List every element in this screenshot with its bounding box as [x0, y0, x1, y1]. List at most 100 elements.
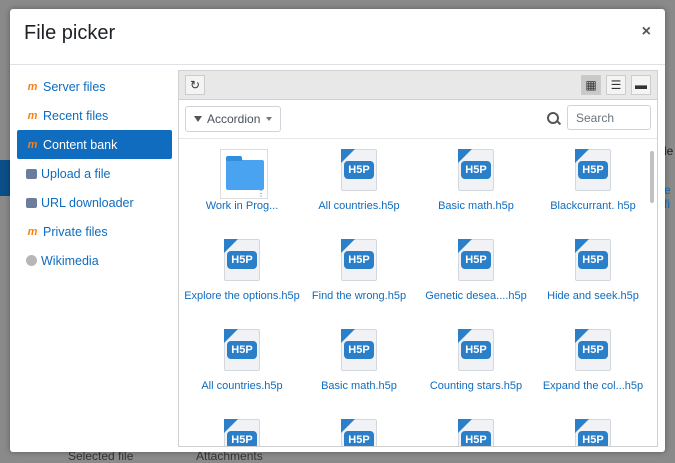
h5p-badge: H5P: [578, 341, 608, 359]
h5p-badge: H5P: [344, 341, 374, 359]
repository-item[interactable]: URL downloader: [17, 188, 172, 217]
file-tile[interactable]: H5P Blackcurrant. h5p: [534, 149, 647, 213]
h5p-file-icon: H5P: [458, 149, 494, 191]
content-type-filter[interactable]: Accordion: [185, 106, 282, 132]
repository-item-label: Recent files: [43, 108, 109, 123]
h5p-file-icon: H5P: [341, 239, 377, 281]
file-name: All countries.h5p: [318, 200, 400, 212]
file-tile[interactable]: H5P: [417, 419, 535, 446]
folder-tile[interactable]: ⋮ Work in Prog...: [183, 149, 301, 213]
file-thumbnail: H5P: [220, 419, 264, 446]
file-thumbnail: H5P: [454, 149, 498, 195]
file-tile[interactable]: H5P Basic math.h5p: [300, 329, 418, 393]
repository-item-label: Upload a file: [41, 166, 111, 181]
moodle-icon: m: [27, 80, 38, 93]
file-name: Hide and seek.h5p: [547, 290, 639, 302]
h5p-file-icon: H5P: [575, 419, 611, 446]
file-thumbnail: H5P: [337, 419, 381, 446]
file-name: Basic math.h5p: [438, 200, 514, 212]
h5p-badge: H5P: [578, 431, 608, 446]
file-tile[interactable]: H5P Genetic desea....h5p: [417, 239, 535, 303]
repository-item-label: Wikimedia: [41, 253, 99, 268]
h5p-badge: H5P: [461, 341, 491, 359]
file-name: Work in Prog...: [205, 200, 279, 212]
h5p-badge: H5P: [461, 161, 491, 179]
file-thumbnail: H5P: [454, 419, 498, 446]
file-tile[interactable]: H5P: [300, 419, 418, 446]
backdrop-link: e fi: [664, 183, 671, 211]
h5p-file-icon: H5P: [458, 419, 494, 446]
repository-item-label: Server files: [43, 79, 106, 94]
h5p-file-icon: H5P: [341, 329, 377, 371]
file-tile[interactable]: H5P Explore the options.h5p: [183, 239, 301, 303]
folder-icon: ▬: [635, 78, 647, 92]
h5p-badge: H5P: [227, 341, 257, 359]
h5p-badge: H5P: [461, 251, 491, 269]
close-button[interactable]: ×: [642, 23, 651, 41]
file-tile[interactable]: H5P Basic math.h5p: [417, 149, 535, 213]
file-browser: ↻ ▦ ☰ ▬ Accordion ⋮Work in Prog... H5P All…: [178, 70, 658, 447]
file-name: Counting stars.h5p: [429, 380, 523, 392]
file-name: All countries.h5p: [201, 380, 283, 392]
file-tile[interactable]: H5P All countries.h5p: [183, 329, 301, 393]
file-thumbnail: H5P: [571, 239, 615, 285]
dialog-header: File picker ×: [10, 9, 665, 65]
refresh-button[interactable]: ↻: [185, 75, 205, 95]
scrollbar[interactable]: [650, 151, 654, 203]
file-thumbnail: H5P: [454, 239, 498, 285]
h5p-file-icon: H5P: [341, 149, 377, 191]
file-thumbnail: H5P: [337, 239, 381, 285]
file-tile[interactable]: H5P Expand the col...h5p: [534, 329, 647, 393]
file-thumbnail: H5P: [337, 149, 381, 195]
globe-icon: [26, 255, 37, 266]
h5p-file-icon: H5P: [224, 419, 260, 446]
file-name: Explore the options.h5p: [184, 290, 300, 302]
h5p-badge: H5P: [578, 251, 608, 269]
file-tile[interactable]: H5P Counting stars.h5p: [417, 329, 535, 393]
h5p-badge: H5P: [461, 431, 491, 446]
repository-item[interactable]: m Private files: [17, 217, 172, 246]
h5p-badge: H5P: [344, 431, 374, 446]
file-name: Expand the col...h5p: [542, 380, 644, 392]
search-icon: [547, 112, 559, 124]
view-tree-button[interactable]: ▬: [631, 75, 651, 95]
repository-item[interactable]: m Content bank: [17, 130, 172, 159]
repository-item[interactable]: m Server files: [17, 72, 172, 101]
file-name: Blackcurrant. h5p: [550, 200, 636, 212]
file-tile[interactable]: H5P: [183, 419, 301, 446]
repository-item[interactable]: Upload a file: [17, 159, 172, 188]
h5p-file-icon: H5P: [575, 149, 611, 191]
file-grid: ⋮ Work in Prog... H5P All countries.h5p H5P B…: [179, 139, 647, 446]
file-thumbnail: ⋮: [220, 149, 268, 199]
h5p-badge: H5P: [344, 161, 374, 179]
repository-item[interactable]: Wikimedia: [17, 246, 172, 275]
view-list-button[interactable]: ☰: [606, 75, 626, 95]
view-icons-button[interactable]: ▦: [581, 75, 601, 95]
h5p-badge: H5P: [578, 161, 608, 179]
h5p-file-icon: H5P: [458, 329, 494, 371]
file-name: Genetic desea....h5p: [425, 290, 527, 302]
repository-item-label: Private files: [43, 224, 108, 239]
file-name: Find the wrong.h5p: [311, 290, 407, 302]
repository-list: m Server files m Recent files m Content bank U…: [17, 72, 172, 275]
file-tile[interactable]: H5P All countries.h5p: [300, 149, 418, 213]
repository-item[interactable]: m Recent files: [17, 101, 172, 130]
file-thumbnail: H5P: [220, 239, 264, 285]
filter-bar: Accordion: [179, 100, 657, 139]
file-picker-dialog: File picker × m Server files m Recent files…: [10, 9, 665, 452]
file-tile[interactable]: H5P Hide and seek.h5p: [534, 239, 647, 303]
file-tile[interactable]: H5P: [534, 419, 647, 446]
upload-icon: [26, 168, 37, 179]
refresh-icon: ↻: [189, 78, 201, 92]
backdrop-text: le: [664, 144, 674, 158]
dialog-title: File picker: [24, 22, 116, 44]
file-tile[interactable]: H5P Find the wrong.h5p: [300, 239, 418, 303]
filter-label: Accordion: [207, 112, 261, 126]
file-thumbnail: H5P: [220, 329, 264, 375]
moodle-icon: m: [27, 225, 38, 238]
h5p-file-icon: H5P: [224, 329, 260, 371]
file-thumbnail: H5P: [337, 329, 381, 375]
search-input[interactable]: [567, 105, 651, 130]
file-name: Basic math.h5p: [321, 380, 397, 392]
repository-item-label: Content bank: [43, 137, 118, 152]
